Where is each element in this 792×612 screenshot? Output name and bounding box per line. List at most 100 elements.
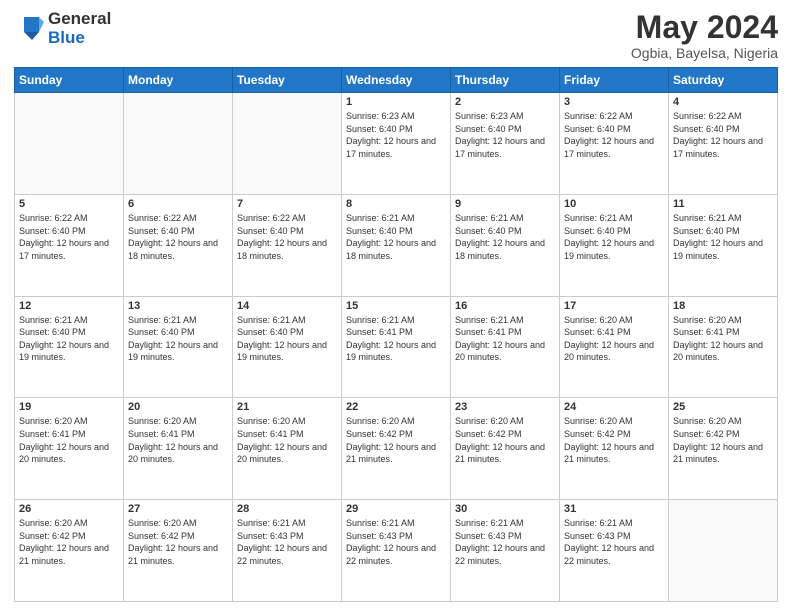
weekday-header-thursday: Thursday [451, 68, 560, 93]
day-number: 2 [455, 96, 555, 108]
day-number: 17 [564, 300, 664, 312]
day-info: Sunrise: 6:20 AM Sunset: 6:41 PM Dayligh… [19, 415, 119, 465]
day-number: 5 [19, 198, 119, 210]
calendar-cell: 4 Sunrise: 6:22 AM Sunset: 6:40 PM Daylig… [669, 93, 778, 195]
day-info: Sunrise: 6:20 AM Sunset: 6:41 PM Dayligh… [128, 415, 228, 465]
day-info: Sunrise: 6:21 AM Sunset: 6:40 PM Dayligh… [346, 212, 446, 262]
calendar-cell: 12 Sunrise: 6:21 AM Sunset: 6:40 PM Dayli… [15, 296, 124, 398]
title-block: May 2024 Ogbia, Bayelsa, Nigeria [631, 10, 778, 61]
day-info: Sunrise: 6:21 AM Sunset: 6:43 PM Dayligh… [237, 517, 337, 567]
day-info: Sunrise: 6:20 AM Sunset: 6:42 PM Dayligh… [346, 415, 446, 465]
calendar-table: SundayMondayTuesdayWednesdayThursdayFrid… [14, 67, 778, 602]
calendar-week-3: 19 Sunrise: 6:20 AM Sunset: 6:41 PM Dayli… [15, 398, 778, 500]
weekday-header-row: SundayMondayTuesdayWednesdayThursdayFrid… [15, 68, 778, 93]
calendar-cell: 18 Sunrise: 6:20 AM Sunset: 6:41 PM Dayli… [669, 296, 778, 398]
day-info: Sunrise: 6:20 AM Sunset: 6:42 PM Dayligh… [19, 517, 119, 567]
day-number: 6 [128, 198, 228, 210]
day-info: Sunrise: 6:21 AM Sunset: 6:41 PM Dayligh… [455, 314, 555, 364]
day-info: Sunrise: 6:21 AM Sunset: 6:40 PM Dayligh… [128, 314, 228, 364]
day-info: Sunrise: 6:21 AM Sunset: 6:43 PM Dayligh… [564, 517, 664, 567]
day-number: 7 [237, 198, 337, 210]
calendar-cell: 17 Sunrise: 6:20 AM Sunset: 6:41 PM Dayli… [560, 296, 669, 398]
calendar-cell: 19 Sunrise: 6:20 AM Sunset: 6:41 PM Dayli… [15, 398, 124, 500]
calendar-cell: 22 Sunrise: 6:20 AM Sunset: 6:42 PM Dayli… [342, 398, 451, 500]
day-info: Sunrise: 6:23 AM Sunset: 6:40 PM Dayligh… [455, 110, 555, 160]
day-number: 12 [19, 300, 119, 312]
calendar-cell: 14 Sunrise: 6:21 AM Sunset: 6:40 PM Dayli… [233, 296, 342, 398]
calendar-cell: 6Sunrise: 6:22 AM Sunset: 6:40 PM Daylig… [124, 194, 233, 296]
calendar-cell: 10 Sunrise: 6:21 AM Sunset: 6:40 PM Dayli… [560, 194, 669, 296]
day-info: Sunrise: 6:22 AM Sunset: 6:40 PM Dayligh… [564, 110, 664, 160]
calendar-cell [124, 93, 233, 195]
day-number: 22 [346, 401, 446, 413]
day-number: 19 [19, 401, 119, 413]
day-info: Sunrise: 6:20 AM Sunset: 6:42 PM Dayligh… [455, 415, 555, 465]
calendar-cell: 15Sunrise: 6:21 AM Sunset: 6:41 PM Dayli… [342, 296, 451, 398]
calendar-cell: 23Sunrise: 6:20 AM Sunset: 6:42 PM Dayli… [451, 398, 560, 500]
header: General Blue May 2024 Ogbia, Bayelsa, Ni… [14, 10, 778, 61]
day-number: 9 [455, 198, 555, 210]
subtitle: Ogbia, Bayelsa, Nigeria [631, 45, 778, 61]
day-info: Sunrise: 6:21 AM Sunset: 6:40 PM Dayligh… [455, 212, 555, 262]
calendar-cell: 24 Sunrise: 6:20 AM Sunset: 6:42 PM Dayli… [560, 398, 669, 500]
weekday-header-sunday: Sunday [15, 68, 124, 93]
calendar-week-4: 26 Sunrise: 6:20 AM Sunset: 6:42 PM Dayli… [15, 500, 778, 602]
calendar-cell: 20 Sunrise: 6:20 AM Sunset: 6:41 PM Dayli… [124, 398, 233, 500]
calendar-cell: 29Sunrise: 6:21 AM Sunset: 6:43 PM Dayli… [342, 500, 451, 602]
day-info: Sunrise: 6:20 AM Sunset: 6:41 PM Dayligh… [237, 415, 337, 465]
day-info: Sunrise: 6:22 AM Sunset: 6:40 PM Dayligh… [237, 212, 337, 262]
day-number: 16 [455, 300, 555, 312]
calendar-cell [15, 93, 124, 195]
calendar-cell: 21 Sunrise: 6:20 AM Sunset: 6:41 PM Dayli… [233, 398, 342, 500]
calendar-cell: 25 Sunrise: 6:20 AM Sunset: 6:42 PM Dayli… [669, 398, 778, 500]
day-number: 30 [455, 503, 555, 515]
day-info: Sunrise: 6:22 AM Sunset: 6:40 PM Dayligh… [673, 110, 773, 160]
calendar-cell: 7 Sunrise: 6:22 AM Sunset: 6:40 PM Daylig… [233, 194, 342, 296]
logo-blue: Blue [48, 29, 111, 48]
day-number: 14 [237, 300, 337, 312]
day-number: 20 [128, 401, 228, 413]
calendar-cell: 28Sunrise: 6:21 AM Sunset: 6:43 PM Dayli… [233, 500, 342, 602]
day-number: 1 [346, 96, 446, 108]
day-info: Sunrise: 6:20 AM Sunset: 6:41 PM Dayligh… [564, 314, 664, 364]
day-info: Sunrise: 6:22 AM Sunset: 6:40 PM Dayligh… [19, 212, 119, 262]
day-info: Sunrise: 6:20 AM Sunset: 6:42 PM Dayligh… [128, 517, 228, 567]
day-info: Sunrise: 6:21 AM Sunset: 6:40 PM Dayligh… [564, 212, 664, 262]
day-number: 26 [19, 503, 119, 515]
day-number: 24 [564, 401, 664, 413]
weekday-header-friday: Friday [560, 68, 669, 93]
day-number: 27 [128, 503, 228, 515]
calendar-cell: 30 Sunrise: 6:21 AM Sunset: 6:43 PM Dayli… [451, 500, 560, 602]
day-number: 21 [237, 401, 337, 413]
calendar-week-1: 5 Sunrise: 6:22 AM Sunset: 6:40 PM Daylig… [15, 194, 778, 296]
calendar-cell: 27 Sunrise: 6:20 AM Sunset: 6:42 PM Dayli… [124, 500, 233, 602]
weekday-header-saturday: Saturday [669, 68, 778, 93]
day-info: Sunrise: 6:20 AM Sunset: 6:41 PM Dayligh… [673, 314, 773, 364]
day-number: 11 [673, 198, 773, 210]
day-number: 4 [673, 96, 773, 108]
day-info: Sunrise: 6:21 AM Sunset: 6:43 PM Dayligh… [455, 517, 555, 567]
calendar-week-0: 1 Sunrise: 6:23 AM Sunset: 6:40 PM Daylig… [15, 93, 778, 195]
calendar-cell: 1Sunrise: 6:23 AM Sunset: 6:40 PM Daylig… [342, 93, 451, 195]
day-info: Sunrise: 6:21 AM Sunset: 6:43 PM Dayligh… [346, 517, 446, 567]
day-info: Sunrise: 6:21 AM Sunset: 6:40 PM Dayligh… [19, 314, 119, 364]
weekday-header-tuesday: Tuesday [233, 68, 342, 93]
calendar-cell: 26 Sunrise: 6:20 AM Sunset: 6:42 PM Dayli… [15, 500, 124, 602]
day-info: Sunrise: 6:21 AM Sunset: 6:40 PM Dayligh… [237, 314, 337, 364]
calendar-cell: 16 Sunrise: 6:21 AM Sunset: 6:41 PM Dayli… [451, 296, 560, 398]
day-number: 18 [673, 300, 773, 312]
calendar-cell: 13 Sunrise: 6:21 AM Sunset: 6:40 PM Dayli… [124, 296, 233, 398]
calendar-cell: 8 Sunrise: 6:21 AM Sunset: 6:40 PM Daylig… [342, 194, 451, 296]
day-info: Sunrise: 6:20 AM Sunset: 6:42 PM Dayligh… [673, 415, 773, 465]
day-number: 13 [128, 300, 228, 312]
calendar-week-2: 12 Sunrise: 6:21 AM Sunset: 6:40 PM Dayli… [15, 296, 778, 398]
day-number: 25 [673, 401, 773, 413]
day-number: 10 [564, 198, 664, 210]
calendar-cell: 3 Sunrise: 6:22 AM Sunset: 6:40 PM Daylig… [560, 93, 669, 195]
day-number: 3 [564, 96, 664, 108]
main-title: May 2024 [631, 10, 778, 45]
day-info: Sunrise: 6:20 AM Sunset: 6:42 PM Dayligh… [564, 415, 664, 465]
day-info: Sunrise: 6:21 AM Sunset: 6:40 PM Dayligh… [673, 212, 773, 262]
day-number: 8 [346, 198, 446, 210]
logo: General Blue [14, 10, 111, 47]
